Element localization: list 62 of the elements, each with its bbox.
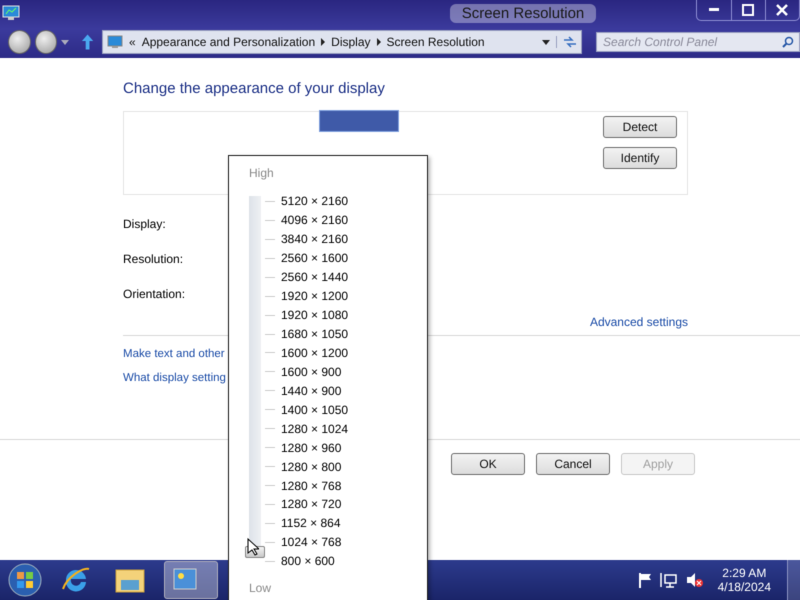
overflow-chevron[interactable]: « [129,35,136,49]
clock-date: 4/18/2024 [718,580,771,594]
close-icon [776,4,788,16]
start-button[interactable] [8,563,42,597]
resolution-option[interactable]: 1152 × 864 [281,516,341,530]
resolution-option[interactable]: 1920 × 1200 [281,289,348,304]
resolution-option[interactable]: 3840 × 2160 [281,232,348,246]
resolution-option[interactable]: 1600 × 1200 [281,346,348,360]
show-desktop-button[interactable] [787,560,800,600]
monitor-icon [2,5,20,21]
resolution-option[interactable]: 1280 × 960 [281,440,342,455]
resolution-option[interactable]: 1600 × 900 [281,364,342,379]
monitor-thumbnail[interactable] [319,110,399,132]
resolution-option[interactable]: 2560 × 1440 [281,270,348,284]
resolution-option[interactable]: 2560 × 1600 [281,251,348,266]
clock-time: 2:29 AM [722,566,766,580]
minimize-icon [708,8,719,12]
resolution-option[interactable]: 800 × 600 [281,554,335,568]
resolution-option[interactable]: 1280 × 720 [281,497,342,512]
dropdown-arrow-icon[interactable] [542,40,550,44]
address-bar[interactable]: « Appearance and Personalization Display Screen Resolution [102,30,582,54]
slider-high-label: High [249,166,274,180]
resolution-option[interactable]: 1280 × 768 [281,478,342,493]
help-link[interactable]: What display setting [123,372,226,384]
breadcrumb[interactable]: Appearance and Personalization [142,35,316,49]
restore-icon [742,4,754,16]
page-heading: Change the appearance of your display [123,80,386,97]
field-label: Orientation: [123,287,186,301]
resolution-option[interactable]: 1680 × 1050 [281,327,348,342]
search-icon [782,36,794,48]
monitor-icon [107,35,124,49]
resolution-option[interactable]: 1024 × 768 [281,535,342,550]
resolution-option[interactable]: 5120 × 2160 [281,194,348,208]
muted-speaker-icon[interactable] [686,572,704,588]
search-field[interactable]: Search Control Panel [596,32,800,52]
dialog-button[interactable]: Cancel [536,453,610,475]
resolution-option[interactable]: 1280 × 800 [281,460,342,474]
breadcrumb[interactable]: Display [331,35,371,49]
dialog-button[interactable]: OK [451,453,525,475]
preview-button[interactable]: Identify [603,147,677,169]
refresh-icon[interactable] [556,36,578,48]
flag-icon[interactable] [638,572,652,588]
advanced-settings-link[interactable]: Advanced settings [590,315,688,329]
resolution-option[interactable]: 1920 × 1080 [281,308,348,322]
up-arrow-icon[interactable] [80,33,94,51]
window-title: Screen Resolution [450,4,596,22]
field-label: Display: [123,217,166,231]
breadcrumb[interactable]: Screen Resolution [386,35,485,49]
resolution-option[interactable]: 1280 × 1024 [281,422,348,436]
forward-button[interactable] [34,30,58,54]
help-link[interactable]: Make text and other [123,348,225,360]
field-label: Resolution: [123,252,184,266]
resolution-option[interactable]: 1400 × 1050 [281,402,348,417]
preview-button[interactable]: Detect [603,116,677,138]
resolution-option[interactable]: 4096 × 2160 [281,213,348,228]
taskbar-window-button[interactable] [164,561,218,599]
resolution-option[interactable]: 1440 × 900 [281,384,342,398]
mouse-pointer-icon [247,538,259,556]
slider-low-label: Low [249,580,272,595]
resolution-slider-track[interactable] [245,196,265,558]
network-icon[interactable] [660,572,678,588]
back-button[interactable] [8,30,31,54]
